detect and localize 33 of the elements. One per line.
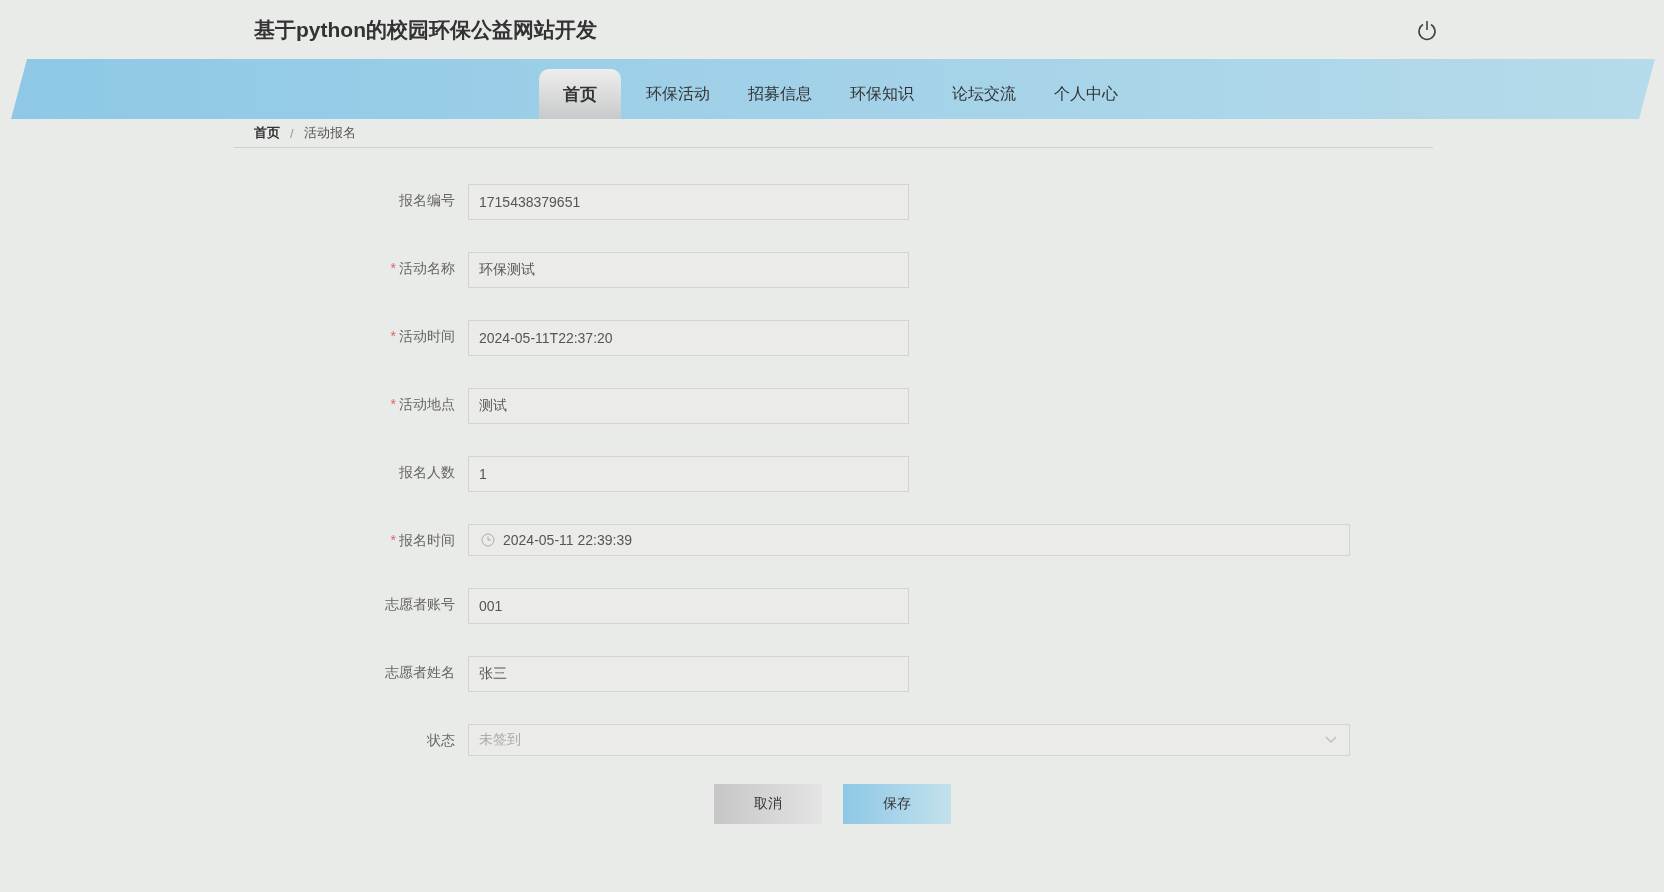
nav-tab[interactable]: 个人中心 — [1035, 69, 1137, 119]
breadcrumb-separator: / — [290, 125, 294, 141]
nav-tab[interactable]: 环保知识 — [831, 69, 933, 119]
field-label: * 活动地点 — [389, 395, 456, 414]
nav-tab[interactable]: 招募信息 — [729, 69, 831, 119]
field-label: * 活动时间 — [389, 327, 456, 346]
field-label: 报名编号 — [398, 191, 456, 210]
breadcrumb-item: 活动报名 — [303, 124, 356, 142]
field-label: 志愿者账号 — [384, 595, 456, 614]
cancel-button[interactable]: 取消 — [713, 784, 822, 824]
field-label: 志愿者姓名 — [384, 663, 456, 682]
save-button[interactable]: 保存 — [842, 784, 951, 824]
breadcrumb-item[interactable]: 首页 — [254, 124, 280, 142]
input-field[interactable]: 环保测试 — [468, 252, 909, 288]
nav-tab[interactable]: 首页 — [539, 69, 621, 119]
field-label: * 报名时间 — [389, 531, 456, 550]
input-field[interactable]: 测试 — [468, 388, 909, 424]
input-field[interactable]: 001 — [468, 588, 909, 624]
site-title: 基于python的校园环保公益网站开发 — [254, 16, 597, 43]
field-label: 状态 — [426, 731, 456, 750]
nav-tab[interactable]: 环保活动 — [627, 69, 729, 119]
field-label: 报名人数 — [398, 463, 456, 482]
field-label: * 活动名称 — [389, 259, 456, 278]
nav-tab[interactable]: 论坛交流 — [933, 69, 1035, 119]
date-value: 2024-05-11 22:39:39 — [503, 532, 632, 548]
date-field[interactable]: 2024-05-11 22:39:39 — [468, 524, 1350, 556]
input-field[interactable]: 1 — [468, 456, 909, 492]
input-field[interactable]: 1715438379651 — [468, 184, 909, 220]
input-field[interactable]: 2024-05-11T22:37:20 — [468, 320, 909, 356]
chevron-down-icon — [1325, 736, 1337, 744]
clock-icon — [481, 533, 495, 547]
input-field[interactable]: 张三 — [468, 656, 909, 692]
power-icon[interactable] — [1416, 18, 1438, 41]
